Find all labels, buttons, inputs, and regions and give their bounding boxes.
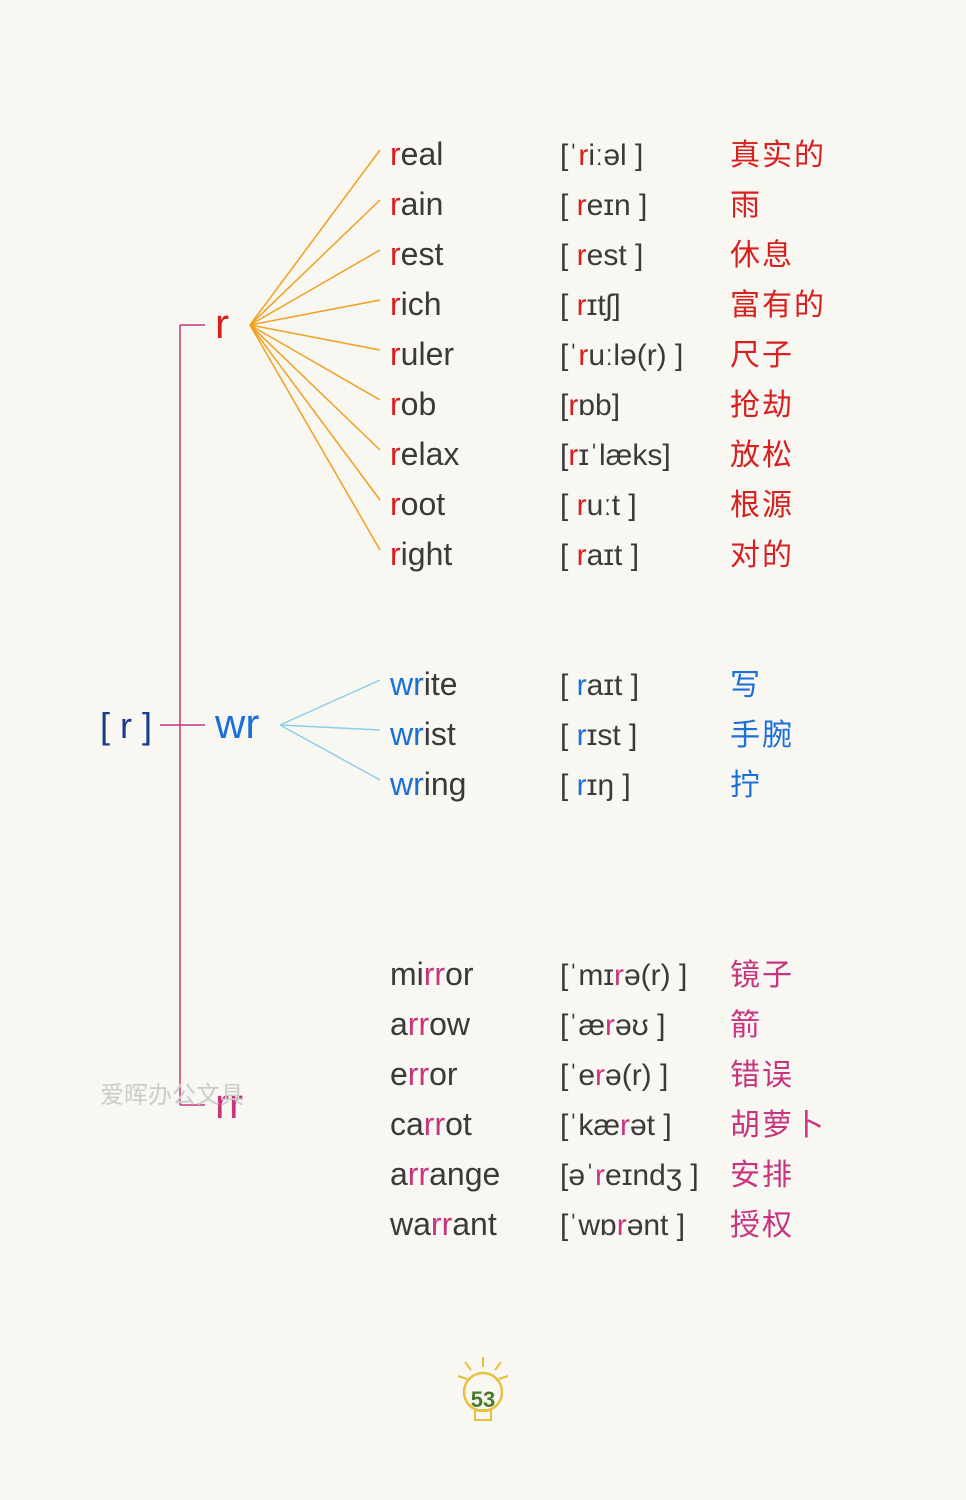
- page-number-badge: 53: [453, 1354, 513, 1455]
- entry-row: rain[ reɪn ]雨: [390, 180, 762, 224]
- word: rest: [390, 236, 560, 273]
- entry-row: relax[rɪˈlæks]放松: [390, 430, 794, 474]
- ipa: [ reɪn ]: [560, 189, 730, 223]
- word: real: [390, 136, 560, 173]
- entry-row: arrow[ˈærəʊ ]箭: [390, 1000, 762, 1044]
- word: wrist: [390, 716, 560, 753]
- ipa: [əˈreɪndʒ ]: [560, 1159, 730, 1193]
- ipa: [ˈmɪrə(r) ]: [560, 959, 730, 993]
- meaning: 授权: [730, 1200, 794, 1244]
- meaning: 镜子: [730, 950, 794, 994]
- word: wring: [390, 766, 560, 803]
- word: root: [390, 486, 560, 523]
- entry-row: rich[ rɪtʃ]富有的: [390, 280, 826, 324]
- entry-row: ruler[ˈruːlə(r) ]尺子: [390, 330, 794, 374]
- meaning: 抢劫: [730, 380, 794, 424]
- ipa: [ˈerə(r) ]: [560, 1059, 730, 1093]
- ipa: [ rest ]: [560, 239, 730, 273]
- ipa: [ rɪst ]: [560, 719, 730, 753]
- ipa: [ rɪtʃ]: [560, 289, 730, 323]
- entry-row: mirror[ˈmɪrə(r) ]镜子: [390, 950, 794, 994]
- meaning: 放松: [730, 430, 794, 474]
- meaning: 雨: [730, 180, 762, 224]
- entry-row: wrist[ rɪst ]手腕: [390, 710, 794, 754]
- word: write: [390, 666, 560, 703]
- meaning: 写: [730, 660, 762, 704]
- meaning: 胡萝卜: [730, 1100, 826, 1144]
- page-number: 53: [453, 1387, 513, 1413]
- ipa: [ˈærəʊ ]: [560, 1009, 730, 1043]
- entry-row: write[ raɪt ]写: [390, 660, 762, 704]
- meaning: 对的: [730, 530, 794, 574]
- entry-row: error[ˈerə(r) ]错误: [390, 1050, 794, 1094]
- word: rain: [390, 186, 560, 223]
- spelling-r: r: [215, 300, 229, 348]
- meaning: 休息: [730, 230, 794, 274]
- word: ruler: [390, 336, 560, 373]
- entry-row: right[ raɪt ]对的: [390, 530, 794, 574]
- entry-row: wring[ rɪŋ ]拧: [390, 760, 762, 804]
- entry-row: real[ˈriːəl ]真实的: [390, 130, 826, 174]
- word: relax: [390, 436, 560, 473]
- meaning: 真实的: [730, 130, 826, 174]
- meaning: 手腕: [730, 710, 794, 754]
- page-container: [ r ] r wr rr 爱晖办公文具 real[ˈriːəl ]真实的rai…: [0, 0, 966, 1500]
- word: right: [390, 536, 560, 573]
- ipa: [ ruːt ]: [560, 489, 730, 523]
- word: mirror: [390, 956, 560, 993]
- ipa: [ raɪt ]: [560, 669, 730, 703]
- meaning: 根源: [730, 480, 794, 524]
- ipa: [ˈkærət ]: [560, 1109, 730, 1143]
- phoneme-label: [ r ]: [100, 705, 152, 747]
- ipa: [ˈwɒrənt ]: [560, 1209, 730, 1243]
- word: arrange: [390, 1156, 560, 1193]
- word: error: [390, 1056, 560, 1093]
- meaning: 富有的: [730, 280, 826, 324]
- entry-row: root[ ruːt ]根源: [390, 480, 794, 524]
- meaning: 尺子: [730, 330, 794, 374]
- word: arrow: [390, 1006, 560, 1043]
- entry-row: rest[ rest ]休息: [390, 230, 794, 274]
- entry-row: carrot[ˈkærət ]胡萝卜: [390, 1100, 826, 1144]
- entry-row: warrant[ˈwɒrənt ]授权: [390, 1200, 794, 1244]
- word: carrot: [390, 1106, 560, 1143]
- word: warrant: [390, 1206, 560, 1243]
- ipa: [ˈriːəl ]: [560, 139, 730, 173]
- meaning: 箭: [730, 1000, 762, 1044]
- meaning: 安排: [730, 1150, 794, 1194]
- spelling-wr: wr: [215, 700, 259, 748]
- meaning: 错误: [730, 1050, 794, 1094]
- watermark: 爱晖办公文具: [100, 1075, 244, 1110]
- ipa: [rɒb]: [560, 389, 730, 423]
- word: rob: [390, 386, 560, 423]
- word: rich: [390, 286, 560, 323]
- ipa: [rɪˈlæks]: [560, 439, 730, 473]
- ipa: [ rɪŋ ]: [560, 769, 730, 803]
- meaning: 拧: [730, 760, 762, 804]
- ipa: [ˈruːlə(r) ]: [560, 339, 730, 373]
- entry-row: rob[rɒb]抢劫: [390, 380, 794, 424]
- ipa: [ raɪt ]: [560, 539, 730, 573]
- entry-row: arrange[əˈreɪndʒ ]安排: [390, 1150, 794, 1194]
